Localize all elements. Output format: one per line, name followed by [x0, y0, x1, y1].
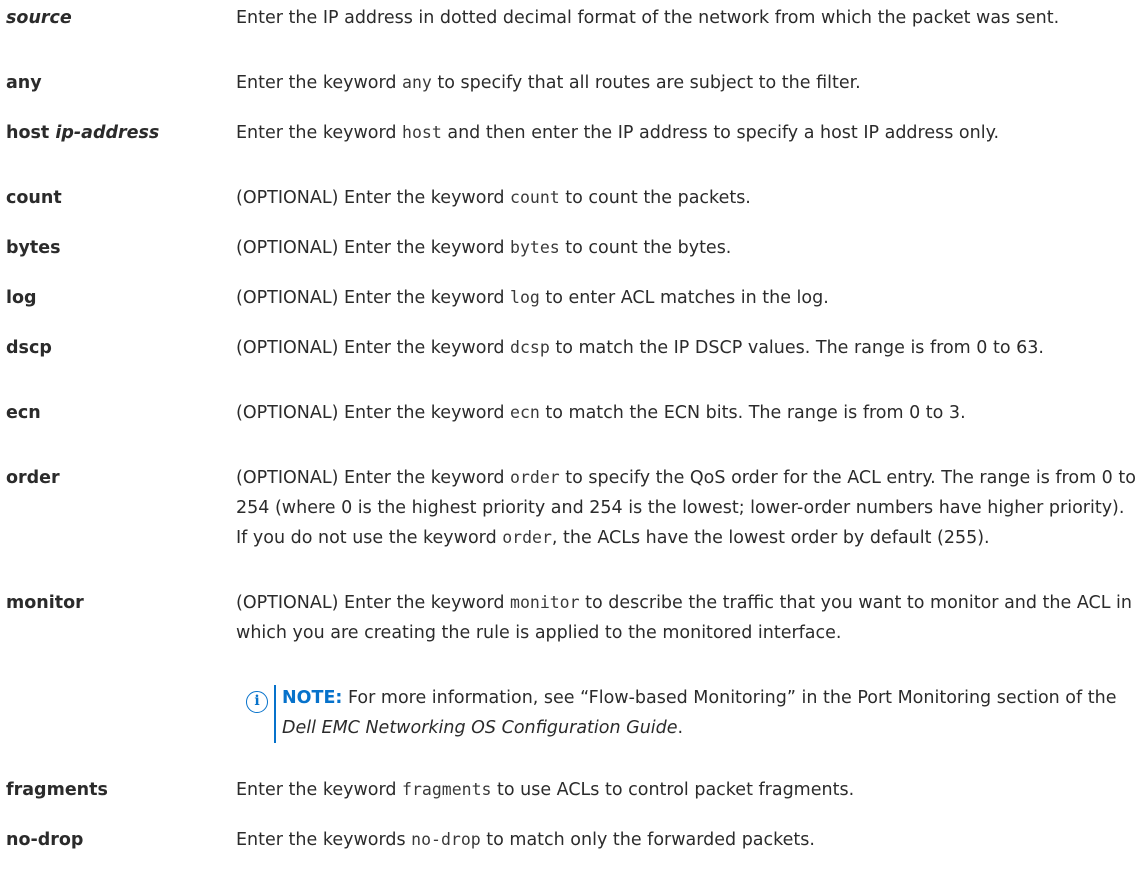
param-description: (OPTIONAL) Enter the keyword log to ente… [236, 283, 1136, 313]
keyword-code: dcsp [510, 338, 550, 357]
desc-text: (OPTIONAL) Enter the keyword [236, 238, 511, 258]
desc-text: to count the packets. [559, 188, 751, 208]
param-term: ecn [6, 403, 41, 423]
param-description: (OPTIONAL) Enter the keyword dcsp to mat… [236, 333, 1136, 363]
desc-text: to match only the forwarded packets. [480, 830, 815, 850]
param-term-variable: ip-address [55, 123, 160, 143]
keyword-code: any [402, 73, 432, 92]
keyword-code: host [402, 123, 442, 142]
keyword-code: ecn [510, 403, 540, 422]
desc-text: (OPTIONAL) Enter the keyword [236, 338, 511, 358]
param-term: no-drop [6, 830, 84, 850]
info-icon: i [246, 691, 268, 713]
keyword-code: log [510, 288, 540, 307]
param-term-keyword: host [6, 123, 56, 143]
param-term: monitor [6, 593, 84, 613]
keyword-code: bytes [510, 238, 560, 257]
note-body: For more information, see “Flow-based Mo… [342, 688, 1117, 708]
param-term: any [6, 73, 42, 93]
param-term: log [6, 288, 37, 308]
desc-text: Enter the keywords [236, 830, 412, 850]
param-term: source [6, 3, 226, 33]
desc-text: to enter ACL matches in the log. [539, 288, 829, 308]
desc-text: to use ACLs to control packet fragments. [491, 780, 855, 800]
param-term: bytes [6, 238, 61, 258]
desc-text: , the ACLs have the lowest order by defa… [551, 528, 990, 548]
param-description: Enter the IP address in dotted decimal f… [236, 3, 1136, 33]
param-description: Enter the keywords no-drop to match only… [236, 825, 1136, 855]
keyword-code: no-drop [411, 830, 481, 849]
param-description: (OPTIONAL) Enter the keyword monitor to … [236, 588, 1136, 648]
param-description: Enter the keyword any to specify that al… [236, 68, 1136, 98]
param-term: dscp [6, 338, 52, 358]
param-term-text: source [6, 8, 72, 28]
desc-text: (OPTIONAL) Enter the keyword [236, 288, 511, 308]
note-body-end: . [677, 718, 684, 738]
desc-text: Enter the keyword [236, 123, 403, 143]
desc-text: to specify that all routes are subject t… [431, 73, 861, 93]
param-description: Enter the keyword fragments to use ACLs … [236, 775, 1136, 805]
note-text: NOTE: For more information, see “Flow-ba… [282, 683, 1132, 743]
desc-text: to match the ECN bits. The range is from… [539, 403, 966, 423]
param-description: (OPTIONAL) Enter the keyword bytes to co… [236, 233, 1136, 263]
note-label: NOTE: [282, 688, 343, 708]
keyword-code: monitor [510, 593, 580, 612]
param-description: (OPTIONAL) Enter the keyword count to co… [236, 183, 1136, 213]
desc-text: to match the IP DSCP values. The range i… [549, 338, 1044, 358]
desc-text: (OPTIONAL) Enter the keyword [236, 468, 511, 488]
desc-text: (OPTIONAL) Enter the keyword [236, 593, 511, 613]
desc-text: (OPTIONAL) Enter the keyword [236, 188, 511, 208]
param-term: count [6, 188, 62, 208]
param-description: (OPTIONAL) Enter the keyword order to sp… [236, 463, 1136, 553]
note-callout: i NOTE: For more information, see “Flow-… [236, 683, 1136, 743]
desc-text: (OPTIONAL) Enter the keyword [236, 403, 511, 423]
desc-text: Enter the keyword [236, 73, 403, 93]
keyword-code: fragments [402, 780, 492, 799]
keyword-code: order [510, 468, 560, 487]
param-term: fragments [6, 780, 108, 800]
desc-text: to count the bytes. [559, 238, 732, 258]
param-term: host ip-address [6, 118, 226, 148]
note-divider [274, 685, 276, 743]
parameter-table: source Enter the IP address in dotted de… [0, 0, 1144, 876]
desc-text: Enter the IP address in dotted decimal f… [236, 8, 1060, 28]
desc-text: Enter the keyword [236, 780, 403, 800]
param-description: (OPTIONAL) Enter the keyword ecn to matc… [236, 398, 1136, 428]
param-term: order [6, 468, 60, 488]
keyword-code: order [502, 528, 552, 547]
desc-text: and then enter the IP address to specify… [441, 123, 1000, 143]
guide-title: Dell EMC Networking OS Configuration Gui… [282, 718, 678, 738]
param-description: Enter the keyword host and then enter th… [236, 118, 1136, 148]
keyword-code: count [510, 188, 560, 207]
